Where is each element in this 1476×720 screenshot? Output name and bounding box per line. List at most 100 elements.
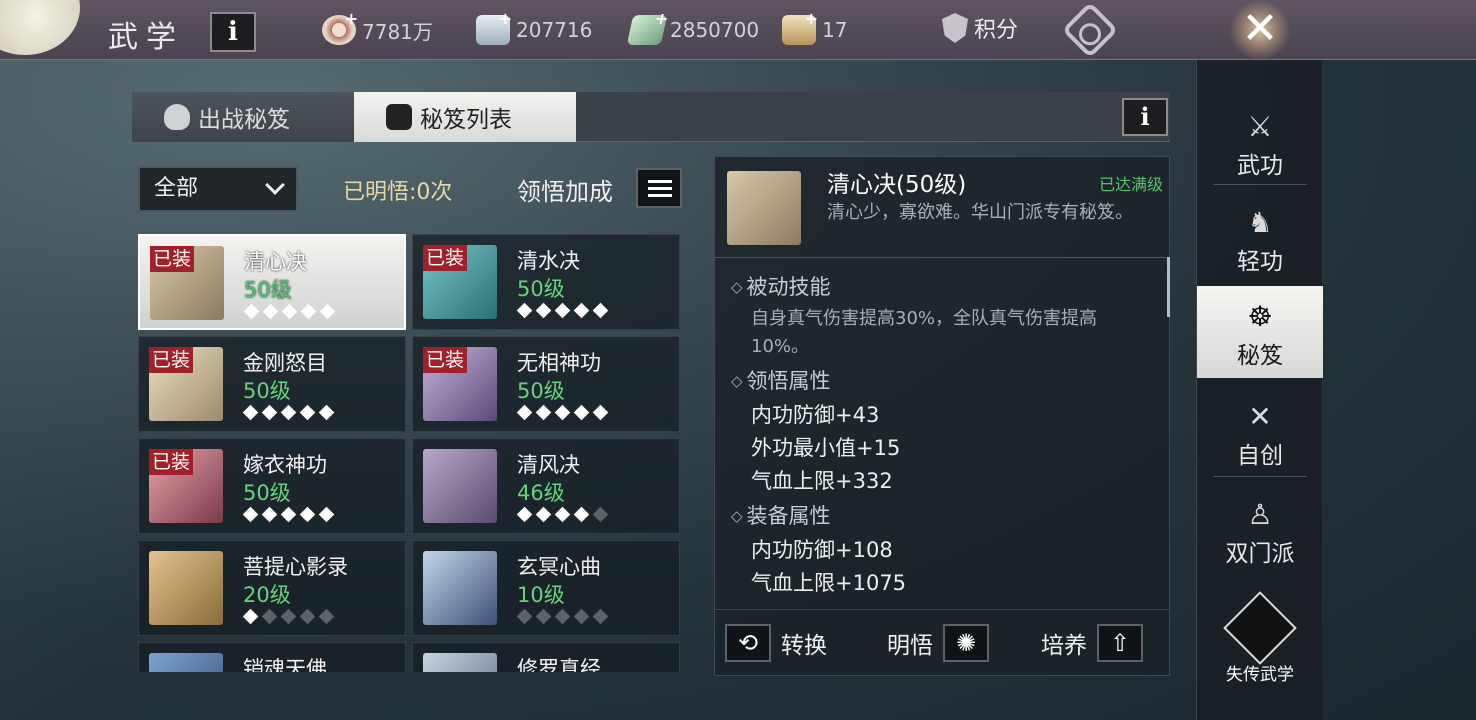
manual-card[interactable]: 已装 无相神功 50级 [412, 336, 680, 432]
resource-value: 17 [822, 18, 848, 42]
cultivate-label: 培养 [1041, 633, 1087, 659]
star-rating [516, 404, 609, 421]
meditation-figure-icon: ☸ [1247, 300, 1273, 333]
manual-name: 嫁衣神功 [243, 453, 327, 477]
nav-label: 武功 [1237, 153, 1283, 179]
manual-name: 销魂天佛 [243, 657, 327, 672]
star-rating [243, 303, 336, 320]
resource-value: 207716 [516, 18, 593, 42]
convert-button[interactable]: ⟲ 转换 [725, 623, 827, 663]
detail-scrollbar[interactable] [1167, 257, 1170, 317]
resource-gold[interactable]: 17 [782, 9, 848, 46]
meditation-figure-icon [164, 104, 190, 130]
resource-silver[interactable]: 207716 [476, 9, 593, 46]
manual-name: 无相神功 [517, 351, 601, 375]
stat-line: 内功防御+43 [751, 403, 880, 427]
equipped-badge: 已装 [149, 347, 194, 373]
divider [715, 257, 1169, 258]
manual-name: 金刚怒目 [243, 351, 327, 375]
manual-level: 50级 [243, 481, 291, 505]
nav-secret-manuals[interactable]: ☸ 秘笈 [1197, 286, 1323, 378]
tab-label: 秘笈列表 [420, 107, 512, 133]
score-label: 积分 [974, 18, 1019, 43]
manual-grid: 已装 清心决 50级 已装 清水决 50级 已装 金刚怒目 50级 已装 无相神… [138, 234, 682, 672]
scroll-icon [386, 104, 412, 130]
nav-label: 自创 [1237, 443, 1283, 469]
list-icon-button[interactable] [636, 168, 682, 208]
enlighten-button[interactable]: 明悟 ✺ [887, 623, 989, 663]
manual-scroll-icon [423, 653, 497, 672]
page-title: 武学 [108, 20, 184, 55]
tab-manual-list[interactable]: 秘笈列表 [354, 92, 576, 142]
nav-self-created[interactable]: ✕ 自创 [1197, 386, 1323, 478]
nav-lost-martial-arts[interactable]: 失传武学 [1197, 591, 1323, 702]
gold-ingot-icon [782, 9, 818, 45]
resource-jade[interactable]: 2850700 [626, 14, 760, 46]
manual-card[interactable]: 已装 嫁衣神功 50级 [138, 438, 406, 534]
stat-line: 气血上限+332 [751, 469, 893, 493]
manual-level: 50级 [517, 379, 565, 403]
moon-decoration [0, 0, 80, 55]
jumping-figure-icon: ♞ [1247, 206, 1273, 239]
arrow-up-icon: ⇧ [1097, 624, 1143, 662]
manual-card[interactable]: 已装 清水决 50级 [412, 234, 680, 330]
nav-label: 失传武学 [1226, 665, 1294, 685]
equipped-badge: 已装 [423, 245, 468, 271]
manual-card[interactable]: 玄冥心曲 10级 [412, 540, 680, 636]
nav-martial-arts[interactable]: ⚔ 武功 [1197, 96, 1323, 188]
sparkle-figure-icon: ✺ [943, 624, 989, 662]
resource-copper[interactable]: 7781万 [322, 9, 433, 46]
info-button[interactable]: i [210, 12, 256, 52]
nav-label: 双门派 [1225, 541, 1295, 567]
divider [1213, 476, 1307, 477]
manual-card[interactable]: 已装 金刚怒目 50级 [138, 336, 406, 432]
star-rating [516, 506, 609, 523]
manual-card[interactable]: 清风决 46级 [412, 438, 680, 534]
resource-value: 7781万 [362, 19, 433, 44]
manual-level: 20级 [243, 583, 291, 607]
jade-ticket-icon [626, 15, 668, 45]
score-button[interactable]: 积分 [942, 12, 1018, 44]
tab-deployed-manuals[interactable]: 出战秘笈 [132, 92, 354, 142]
enlighten-bonus-label: 领悟加成 [517, 178, 613, 206]
manual-card[interactable]: 菩提心影录 20级 [138, 540, 406, 636]
cultivate-button[interactable]: 培养 ⇧ [1041, 623, 1143, 663]
silver-ingot-icon [476, 9, 512, 45]
tab-info-button[interactable]: i [1122, 98, 1168, 136]
close-button[interactable]: ✕ [1228, 0, 1292, 60]
manual-book-icon [149, 653, 223, 672]
equip-attr-heading: 装备属性 [731, 500, 1151, 534]
nav-lightness-skill[interactable]: ♞ 轻功 [1197, 192, 1323, 284]
tab-bar: 出战秘笈 秘笈列表 i [132, 92, 1170, 142]
resource-value: 2850700 [670, 18, 760, 42]
equipped-badge: 已装 [423, 347, 468, 373]
manual-name: 清水决 [517, 249, 580, 273]
dropdown-value: 全部 [154, 176, 199, 201]
convert-label: 转换 [781, 633, 827, 659]
manual-card[interactable]: 修罗真经 [412, 642, 680, 672]
max-level-status: 已达满级 [1098, 175, 1163, 194]
stat-line: 气血上限+1075 [751, 571, 907, 595]
passive-skill-heading: 被动技能 [731, 271, 1151, 305]
fighter-icon: ⚔ [1247, 110, 1273, 143]
manual-level: 50级 [243, 379, 291, 403]
manual-detail-panel: 清心决(50级) 已达满级 清心少，寡欲难。华山门派专有秘笈。 被动技能 自身真… [714, 156, 1170, 676]
settings-gear-icon[interactable] [1061, 1, 1119, 59]
star-rating [242, 404, 335, 421]
manual-name: 修罗真经 [517, 657, 601, 672]
nav-label: 秘笈 [1237, 343, 1283, 369]
divider [715, 609, 1169, 610]
manual-level: 50级 [244, 278, 292, 302]
copper-coin-icon [322, 9, 358, 45]
manual-level: 50级 [517, 277, 565, 301]
manual-card[interactable]: 已装 清心决 50级 [138, 234, 406, 330]
detail-title: 清心决(50级) [827, 172, 967, 198]
top-bar: 武学 i 7781万 207716 2850700 17 积分 ✕ [0, 0, 1476, 60]
nav-dual-sect[interactable]: ♙ 双门派 [1197, 484, 1323, 576]
detail-description: 清心少，寡欲难。华山门派专有秘笈。 [827, 202, 1133, 223]
manual-card[interactable]: 销魂天佛 [138, 642, 406, 672]
category-dropdown[interactable]: 全部 [138, 166, 298, 212]
shield-icon [942, 13, 968, 43]
refresh-icon: ⟲ [725, 624, 771, 662]
enlighten-attr-heading: 领悟属性 [731, 365, 1151, 399]
